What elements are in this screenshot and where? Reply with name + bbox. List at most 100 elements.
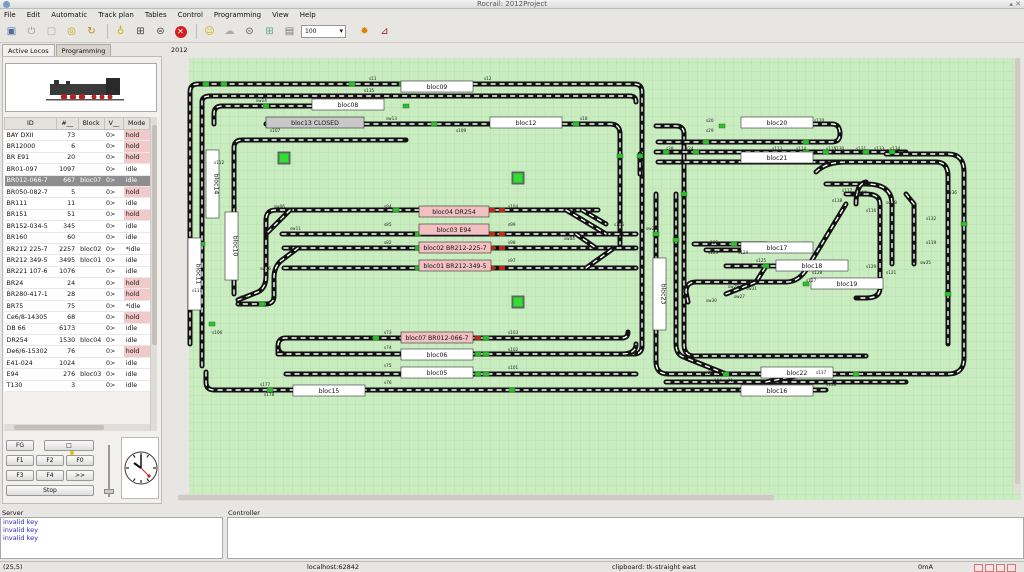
loco-table-row[interactable]: BR01-097 1097 0> idle bbox=[4, 163, 150, 176]
track-signal[interactable] bbox=[730, 241, 738, 247]
loco-table-row[interactable]: BR75 75 0> *idle bbox=[4, 300, 150, 313]
menu-view[interactable]: View bbox=[272, 11, 289, 19]
menu-help[interactable]: Help bbox=[300, 11, 316, 19]
track-signal[interactable] bbox=[474, 351, 482, 357]
f2-button[interactable]: F2 bbox=[36, 455, 64, 466]
track-signal[interactable] bbox=[220, 81, 228, 87]
power-icon[interactable]: ⏻ bbox=[23, 23, 40, 40]
loco-table-row[interactable]: BR280-417-1 28 0> hold bbox=[4, 288, 150, 301]
track-signal[interactable] bbox=[430, 121, 438, 127]
plan-horizontal-scrollbar[interactable] bbox=[178, 494, 774, 501]
track-signal[interactable] bbox=[498, 231, 506, 237]
controller-log[interactable] bbox=[227, 517, 1024, 559]
loco-table-horizontal-scrollbar[interactable] bbox=[4, 424, 150, 431]
track-signal[interactable] bbox=[208, 321, 216, 327]
grid-icon[interactable]: ⊞ bbox=[261, 23, 278, 40]
loco-table-row[interactable]: BR24 24 0> hold bbox=[4, 277, 150, 290]
loco-table-row[interactable]: BR160 60 0> idle bbox=[4, 232, 150, 244]
track-signal[interactable] bbox=[944, 291, 952, 297]
track-signal[interactable] bbox=[572, 121, 580, 127]
loco-table-row[interactable]: BR12000 6 0> hold bbox=[4, 140, 150, 153]
loco-table-row[interactable]: BR212 349-5 3495 bloc01 0> idle bbox=[4, 254, 150, 267]
track-signal[interactable] bbox=[702, 139, 710, 145]
track-signal[interactable] bbox=[482, 371, 490, 377]
f4-button[interactable]: F4 bbox=[36, 470, 64, 481]
direction-button[interactable]: □ bbox=[44, 440, 94, 451]
stop-button[interactable]: Stop bbox=[6, 485, 94, 496]
loco-table-row[interactable]: T130 3 0> idle bbox=[4, 380, 150, 393]
menu-track-plan[interactable]: Track plan bbox=[98, 11, 134, 19]
loco-table-row[interactable]: BR050-082-7 5 0> hold bbox=[4, 186, 150, 199]
gear-icon[interactable]: ✹ bbox=[356, 23, 373, 40]
column-header-mode[interactable]: Mode bbox=[123, 117, 150, 130]
column-header-id[interactable]: ID bbox=[4, 117, 57, 130]
f0-button[interactable]: F0 bbox=[66, 455, 94, 466]
smiley-icon[interactable]: ☺ bbox=[201, 23, 218, 40]
next-functions-button[interactable]: >> bbox=[66, 470, 94, 481]
menu-tables[interactable]: Tables bbox=[145, 11, 167, 19]
loco-table-row[interactable]: E94 276 bloc03 0> idle bbox=[4, 368, 150, 381]
server-log[interactable]: invalid key invalid key invalid key bbox=[0, 517, 223, 559]
track-signal[interactable] bbox=[392, 207, 400, 213]
track-signal[interactable] bbox=[762, 263, 770, 269]
speed-slider[interactable] bbox=[104, 445, 114, 497]
track-signal[interactable] bbox=[636, 153, 644, 159]
menu-programming[interactable]: Programming bbox=[214, 11, 261, 19]
track-signal[interactable] bbox=[616, 153, 624, 159]
track-signal[interactable] bbox=[692, 149, 700, 155]
track-signal[interactable] bbox=[372, 335, 380, 341]
window-controls[interactable]: ▴ ✕ bbox=[1009, 0, 1021, 9]
track-signal[interactable] bbox=[488, 207, 496, 213]
loco-table-row[interactable]: DR254 1530 bloc04 0> idle bbox=[4, 334, 150, 347]
track-signal[interactable] bbox=[802, 139, 810, 145]
plan-vertical-scrollbar[interactable] bbox=[1014, 58, 1021, 494]
loco-table-row[interactable]: E41-024 1024 0> idle bbox=[4, 357, 150, 370]
track-signal[interactable] bbox=[482, 335, 490, 341]
track-signal[interactable] bbox=[680, 191, 688, 197]
tab-active-locos[interactable]: Active Locos bbox=[2, 44, 55, 56]
loco-table-row[interactable]: Ce6/8-14305 68 0> hold bbox=[4, 311, 150, 324]
loco-table-row[interactable]: BR E91 20 0> hold bbox=[4, 152, 150, 165]
loco-table-row[interactable]: BR012-066-7 667 bloc07 0> idle bbox=[4, 175, 150, 187]
refresh-icon[interactable]: ↻ bbox=[83, 23, 100, 40]
menu-file[interactable]: File bbox=[4, 11, 16, 19]
cloud-icon[interactable]: ☁ bbox=[221, 23, 238, 40]
track-signal[interactable] bbox=[488, 231, 496, 237]
column-header-speed[interactable]: V__ bbox=[103, 117, 125, 130]
lightbulb-icon[interactable]: ♁ bbox=[112, 23, 129, 40]
track-signal[interactable] bbox=[474, 371, 482, 377]
track-signal[interactable] bbox=[474, 335, 482, 341]
track-signal[interactable] bbox=[498, 207, 506, 213]
track-signal[interactable] bbox=[262, 103, 270, 109]
menu-edit[interactable]: Edit bbox=[27, 11, 41, 19]
track-signal[interactable] bbox=[672, 237, 680, 243]
menu-control[interactable]: Control bbox=[178, 11, 203, 19]
loco-table-row[interactable]: BR111 11 0> idle bbox=[4, 197, 150, 210]
menu-automatic[interactable]: Automatic bbox=[51, 11, 87, 19]
blank-icon[interactable]: ▢ bbox=[43, 23, 60, 40]
track-signal[interactable] bbox=[960, 221, 968, 227]
track-signal[interactable] bbox=[498, 245, 506, 251]
track-signal[interactable] bbox=[508, 387, 516, 393]
track-signal[interactable] bbox=[482, 351, 490, 357]
book-icon[interactable]: ⊿ bbox=[376, 23, 393, 40]
fg-button[interactable]: FG bbox=[6, 440, 34, 451]
track-signal[interactable] bbox=[852, 371, 860, 377]
go-icon[interactable]: ⊞ bbox=[132, 23, 149, 40]
column-header-block[interactable]: Block bbox=[77, 117, 105, 130]
track-signal[interactable] bbox=[652, 231, 660, 237]
loco-table-row[interactable]: DB 66 6173 0> idle bbox=[4, 323, 150, 336]
track-signal[interactable] bbox=[402, 103, 410, 109]
track-signal[interactable] bbox=[202, 81, 210, 87]
track-signal[interactable] bbox=[718, 123, 726, 129]
loco-table-row[interactable]: BR151 51 0> hold bbox=[4, 209, 150, 222]
f1-button[interactable]: F1 bbox=[6, 455, 34, 466]
loco-table-row[interactable]: BR152-034-5 345 0> idle bbox=[4, 220, 150, 233]
loco-table-row[interactable]: BR212 225-7 2257 bloc02 0> *idle bbox=[4, 243, 150, 256]
column-header-number[interactable]: #__ bbox=[55, 117, 79, 130]
speed-select[interactable]: 100 bbox=[301, 25, 346, 38]
track-signal[interactable] bbox=[258, 301, 266, 307]
bulb-icon[interactable]: ◎ bbox=[63, 23, 80, 40]
loco-table-row[interactable]: BAY DXII 73 0> hold bbox=[4, 129, 150, 142]
connect-icon[interactable]: ▣ bbox=[3, 23, 20, 40]
